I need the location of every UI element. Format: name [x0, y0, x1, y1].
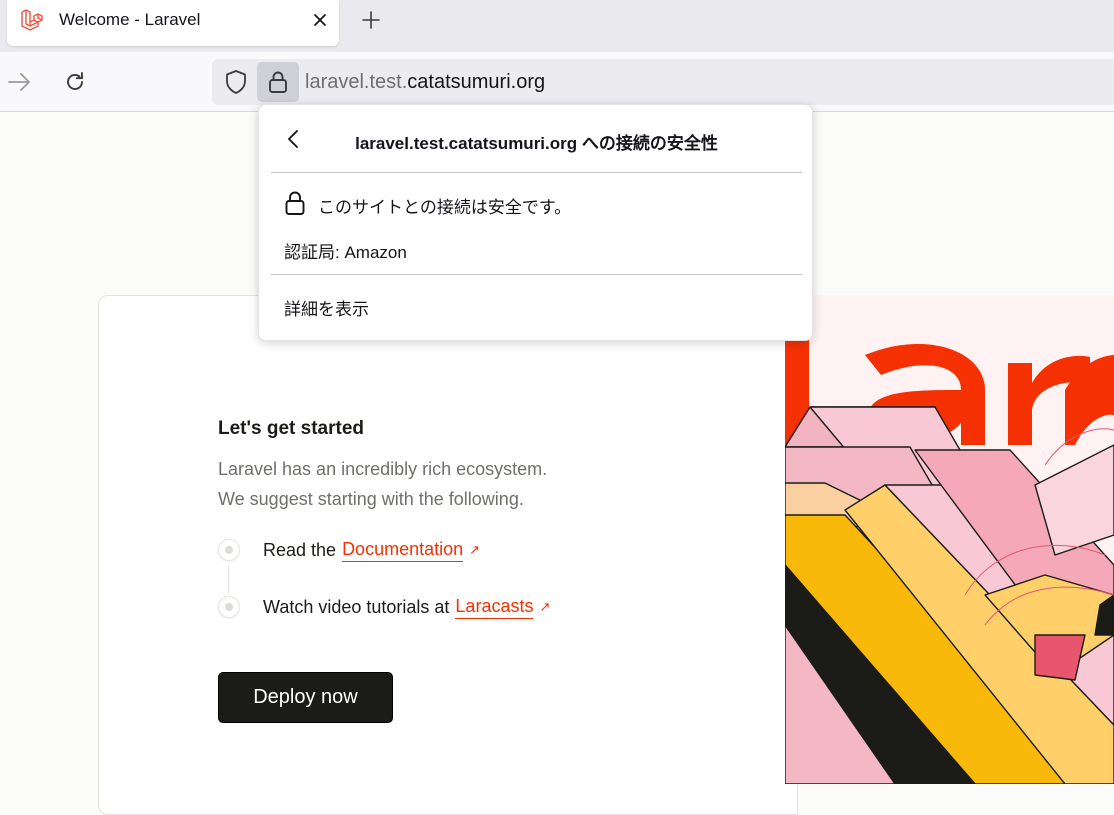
url-bar[interactable]: laravel.test.catatsumuri.org [212, 59, 1114, 105]
page-description: Laravel has an incredibly rich ecosystem… [218, 454, 547, 514]
tab-close-button[interactable] [305, 6, 335, 34]
url-domain: catatsumuri.org [407, 71, 546, 93]
tracking-protection-button[interactable] [222, 68, 250, 96]
close-icon [314, 14, 326, 26]
arrow-right-icon [8, 73, 30, 91]
new-tab-button[interactable] [356, 5, 386, 35]
external-link-icon: ↗ [469, 542, 481, 557]
laravel-hero-illustration [785, 295, 1114, 784]
laravel-logo-icon [21, 9, 43, 31]
shield-icon [226, 70, 246, 94]
documentation-link[interactable]: Documentation [342, 539, 464, 562]
divider [271, 274, 802, 275]
description-line-2: We suggest starting with the following. [218, 489, 524, 509]
lock-icon [269, 71, 287, 93]
laracasts-link[interactable]: Laracasts [455, 596, 534, 619]
popup-title: laravel.test.catatsumuri.org への接続の安全性 [355, 134, 718, 153]
plus-icon [362, 11, 380, 29]
tab-title: Welcome - Laravel [59, 10, 201, 29]
divider [271, 172, 802, 173]
deploy-now-button[interactable]: Deploy now [218, 672, 393, 723]
tab-strip: Welcome - Laravel [0, 0, 1114, 52]
certificate-issuer: 認証局: Amazon [284, 243, 407, 262]
external-link-icon: ↗ [539, 599, 551, 614]
step-laracasts: Watch video tutorials at Laracasts ↗ [218, 595, 550, 619]
lock-icon [283, 190, 307, 216]
step-bullet-icon [218, 596, 240, 618]
page-heading: Let's get started [218, 418, 364, 439]
site-security-button[interactable] [257, 62, 299, 102]
step-prefix: Watch video tutorials at [263, 596, 450, 617]
steps-connector [228, 566, 229, 594]
step-bullet-icon [218, 539, 240, 561]
description-line-1: Laravel has an incredibly rich ecosystem… [218, 459, 548, 479]
navigation-bar: laravel.test.catatsumuri.org [0, 52, 1114, 112]
secure-connection-text: このサイトとの接続は安全です。 [318, 198, 572, 217]
forward-button[interactable] [4, 66, 36, 98]
reload-button[interactable] [59, 66, 91, 98]
step-prefix: Read the [263, 539, 337, 560]
reload-icon [67, 72, 83, 90]
more-information-item[interactable]: 詳細を表示 [284, 295, 369, 320]
laravel-wordmark-art [785, 340, 1114, 784]
connection-security-popup: laravel.test.catatsumuri.org への接続の安全性 この… [258, 104, 813, 341]
step-documentation: Read the Documentation ↗ [218, 538, 480, 562]
tab-welcome-laravel[interactable]: Welcome - Laravel [7, 0, 339, 46]
url-subdomain: laravel.test. [305, 71, 408, 93]
url-text[interactable]: laravel.test.catatsumuri.org [305, 71, 545, 94]
